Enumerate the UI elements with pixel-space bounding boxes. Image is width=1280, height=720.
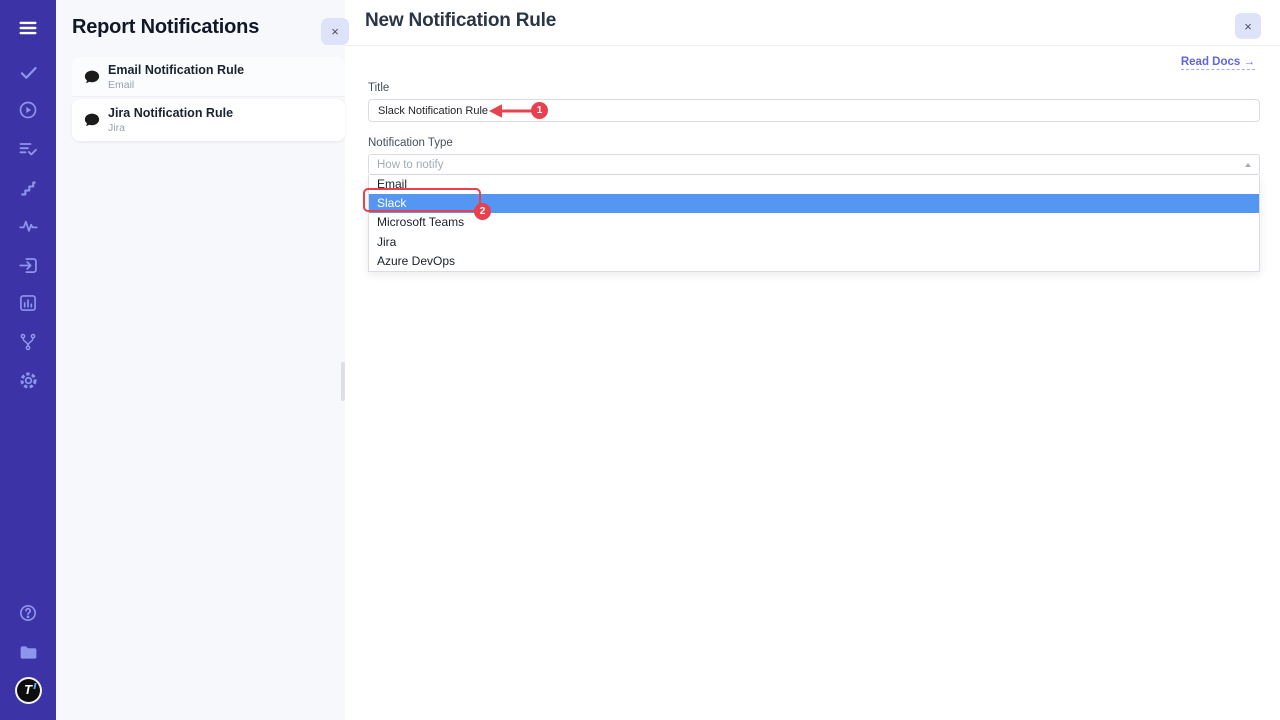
main-header: New Notification Rule × — [345, 0, 1280, 46]
play-circle-icon[interactable] — [0, 98, 56, 122]
title-field-label: Title — [368, 82, 1260, 94]
bar-chart-icon[interactable] — [0, 291, 56, 315]
chat-bubble-icon — [80, 111, 104, 129]
close-icon: × — [1244, 19, 1252, 34]
user-avatar[interactable]: T — [0, 678, 56, 702]
notification-type-label: Notification Type — [368, 137, 1260, 149]
panel-close-button[interactable]: × — [321, 18, 349, 45]
help-icon[interactable] — [0, 601, 56, 625]
docs-folder-icon[interactable] — [0, 640, 56, 664]
panel-resize-handle[interactable] — [341, 362, 345, 401]
notification-rule-form: Title Notification Type How to notify Em… — [368, 82, 1260, 272]
option-slack[interactable]: Slack — [369, 194, 1259, 213]
branch-icon[interactable] — [0, 330, 56, 354]
list-item-title: Email Notification Rule — [108, 63, 244, 77]
close-icon: × — [331, 24, 339, 39]
list-item-title: Jira Notification Rule — [108, 106, 233, 120]
option-microsoft-teams[interactable]: Microsoft Teams — [369, 213, 1259, 232]
select-placeholder: How to notify — [377, 159, 443, 171]
settings-gear-icon[interactable] — [0, 368, 56, 392]
list-item-email-rule[interactable]: Email Notification Rule Email — [72, 57, 345, 97]
app-window: T Report Notifications × Email Notificat… — [0, 0, 1280, 720]
list-check-icon[interactable] — [0, 137, 56, 161]
menu-icon[interactable] — [0, 16, 56, 40]
import-icon[interactable] — [0, 253, 56, 277]
option-jira[interactable]: Jira — [369, 233, 1259, 252]
list-item-subtitle: Email — [108, 79, 244, 91]
page-title: New Notification Rule — [365, 10, 556, 32]
chat-bubble-icon — [80, 68, 104, 86]
main-close-button[interactable]: × — [1235, 13, 1261, 39]
check-icon[interactable] — [0, 60, 56, 84]
list-item-jira-rule[interactable]: Jira Notification Rule Jira — [72, 99, 345, 141]
steps-icon[interactable] — [0, 176, 56, 200]
activity-icon[interactable] — [0, 214, 56, 238]
panel-title: Report Notifications — [72, 16, 259, 39]
caret-up-icon — [1245, 163, 1251, 167]
title-input[interactable] — [368, 99, 1260, 122]
sidebar: T — [0, 0, 56, 720]
avatar-accent-mark — [33, 683, 36, 689]
avatar-initial: T — [24, 683, 32, 696]
notification-type-dropdown: Email Slack Microsoft Teams Jira Azure D… — [368, 175, 1260, 272]
option-azure-devops[interactable]: Azure DevOps — [369, 252, 1259, 271]
option-email[interactable]: Email — [369, 175, 1259, 194]
read-docs-link[interactable]: Read Docs → — [1181, 56, 1255, 70]
new-notification-rule-pane: New Notification Rule × Read Docs → Titl… — [345, 0, 1280, 720]
notification-type-select[interactable]: How to notify — [368, 154, 1260, 175]
list-item-subtitle: Jira — [108, 122, 233, 134]
report-notifications-panel: Report Notifications × Email Notificatio… — [56, 0, 345, 720]
